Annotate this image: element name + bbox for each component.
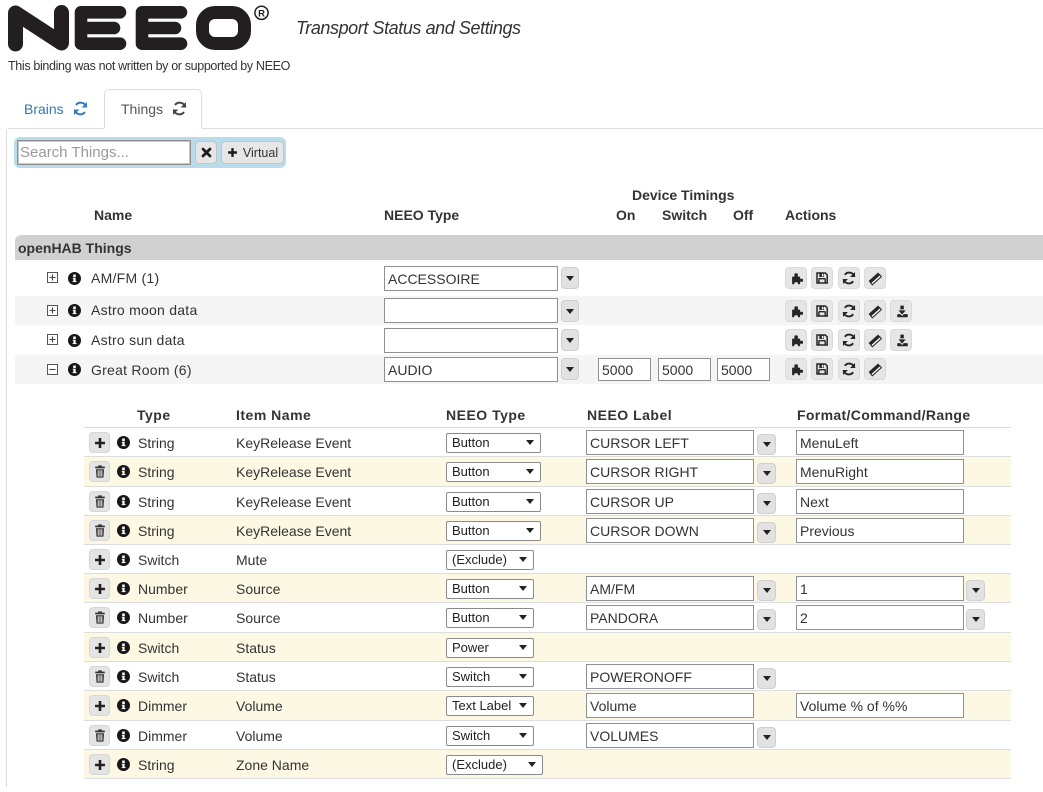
- svg-text:R: R: [258, 8, 265, 19]
